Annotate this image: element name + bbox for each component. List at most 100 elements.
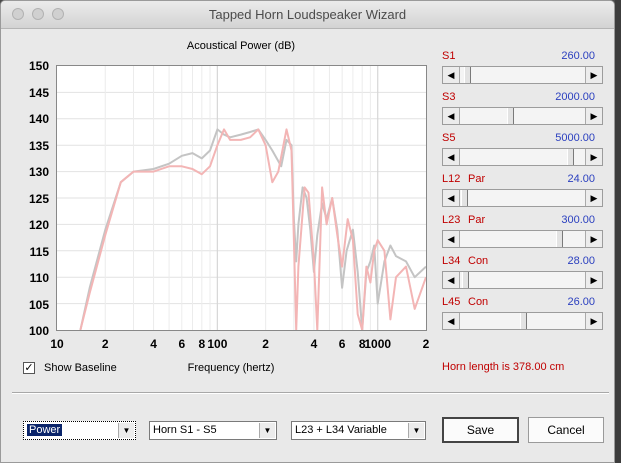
param-name: L23 xyxy=(442,214,461,226)
x-tick-label: 100 xyxy=(207,337,228,351)
left-arrow-icon[interactable]: ◀ xyxy=(443,190,460,206)
separator xyxy=(12,392,609,394)
param-value-s5: 5000.00 xyxy=(555,132,595,144)
slider-l34[interactable]: ◀ ▶ xyxy=(442,271,603,289)
right-arrow-icon[interactable]: ▶ xyxy=(585,149,602,165)
x-tick-label: 4 xyxy=(310,337,318,351)
right-arrow-icon[interactable]: ▶ xyxy=(585,108,602,124)
slider-l23[interactable]: ◀ ▶ xyxy=(442,230,603,248)
y-tick-label: 115 xyxy=(29,244,49,259)
baseline-response-line xyxy=(79,128,427,331)
slider-thumb[interactable] xyxy=(461,190,469,206)
horn-range-select[interactable]: Horn S1 - S5 ▼ xyxy=(149,421,277,440)
right-arrow-icon[interactable]: ▶ xyxy=(585,67,602,83)
param-value-s3: 2000.00 xyxy=(555,91,595,103)
x-tick-label: 8 xyxy=(198,337,206,351)
y-tick-label: 100 xyxy=(28,324,49,338)
chevron-down-icon[interactable]: ▼ xyxy=(118,423,134,438)
x-tick-label: 4 xyxy=(150,337,157,351)
background-edge xyxy=(615,0,621,463)
param-value-l23: 300.00 xyxy=(561,214,595,226)
x-tick-label: 10 xyxy=(50,337,64,351)
left-arrow-icon[interactable]: ◀ xyxy=(443,67,460,83)
slider-l12[interactable]: ◀ ▶ xyxy=(442,189,603,207)
right-arrow-icon[interactable]: ▶ xyxy=(585,231,602,247)
param-name: L12 xyxy=(442,173,461,185)
chart-title: Acoustical Power (dB) xyxy=(186,40,296,52)
param-label-s3: S3 xyxy=(442,91,455,103)
y-tick-label: 135 xyxy=(28,138,49,153)
view-select[interactable]: Power ▼ xyxy=(23,421,136,440)
slider-thumb[interactable] xyxy=(556,231,563,247)
frequency-response-chart xyxy=(57,66,427,331)
slider-thumb[interactable] xyxy=(506,108,514,124)
y-tick-label: 110 xyxy=(29,271,49,285)
current-response-line xyxy=(79,128,427,331)
param-label-s1: S1 xyxy=(442,50,455,62)
param-type: Par xyxy=(468,214,486,226)
y-tick-label: 145 xyxy=(28,85,49,100)
param-name: L34 xyxy=(442,255,461,267)
x-tick-label: 6 xyxy=(178,337,186,351)
slider-s1[interactable]: ◀ ▶ xyxy=(442,66,603,84)
y-tick-label: 120 xyxy=(28,218,49,232)
x-axis-label: Frequency (hertz) xyxy=(187,362,275,374)
view-select-value: Power xyxy=(27,424,63,436)
y-tick-label: 150 xyxy=(28,59,49,73)
slider-thumb[interactable] xyxy=(463,67,471,83)
left-arrow-icon[interactable]: ◀ xyxy=(443,272,460,288)
save-button[interactable]: Save xyxy=(442,417,519,443)
y-tick-label: 130 xyxy=(28,165,49,179)
title-bar: Tapped Horn Loudspeaker Wizard xyxy=(1,1,614,29)
slider-l45[interactable]: ◀ ▶ xyxy=(442,312,603,330)
slider-thumb[interactable] xyxy=(462,272,470,288)
plot-area xyxy=(56,65,427,331)
param-label-l34: L34 Con xyxy=(442,255,488,267)
param-label-s5: S5 xyxy=(442,132,455,144)
left-arrow-icon[interactable]: ◀ xyxy=(443,231,460,247)
param-type: Par xyxy=(468,173,486,185)
left-arrow-icon[interactable]: ◀ xyxy=(443,108,460,124)
right-arrow-icon[interactable]: ▶ xyxy=(585,313,602,329)
left-arrow-icon[interactable]: ◀ xyxy=(443,149,460,165)
variable-select[interactable]: L23 + L34 Variable ▼ xyxy=(291,421,426,440)
right-arrow-icon[interactable]: ▶ xyxy=(585,190,602,206)
x-tick-label: 2 xyxy=(262,337,269,351)
param-label-l45: L45 Con xyxy=(442,296,488,308)
left-arrow-icon[interactable]: ◀ xyxy=(443,313,460,329)
show-baseline-label[interactable]: Show Baseline xyxy=(44,362,117,374)
param-value-l45: 26.00 xyxy=(567,296,595,308)
x-tick-label: 1000 xyxy=(364,337,392,351)
param-type: Con xyxy=(468,255,489,267)
param-label-l12: L12 Par xyxy=(442,173,485,185)
x-tick-label: 2 xyxy=(422,337,430,351)
param-name: S1 xyxy=(442,50,456,62)
slider-s3[interactable]: ◀ ▶ xyxy=(442,107,603,125)
horn-length-text: Horn length is 378.00 cm xyxy=(442,361,565,373)
slider-s5[interactable]: ◀ ▶ xyxy=(442,148,603,166)
chevron-down-icon[interactable]: ▼ xyxy=(408,423,424,438)
param-name: L45 xyxy=(442,296,461,308)
param-label-l23: L23 Par xyxy=(442,214,485,226)
x-tick-label: 6 xyxy=(338,337,346,351)
cancel-button[interactable]: Cancel xyxy=(528,417,604,443)
window-title: Tapped Horn Loudspeaker Wizard xyxy=(208,7,407,22)
param-type: Con xyxy=(468,296,489,308)
slider-thumb[interactable] xyxy=(566,149,574,165)
slider-thumb[interactable] xyxy=(520,313,527,329)
variable-select-value: L23 + L34 Variable xyxy=(295,424,387,436)
param-name: S3 xyxy=(442,91,456,103)
x-tick-label: 2 xyxy=(101,337,109,351)
param-value-l12: 24.00 xyxy=(567,173,595,185)
param-value-l34: 28.00 xyxy=(567,255,595,267)
y-tick-label: 140 xyxy=(28,112,49,126)
horn-range-select-value: Horn S1 - S5 xyxy=(153,424,217,436)
chevron-down-icon[interactable]: ▼ xyxy=(259,423,275,438)
right-arrow-icon[interactable]: ▶ xyxy=(585,272,602,288)
param-name: S5 xyxy=(442,132,456,144)
param-value-s1: 260.00 xyxy=(561,50,595,62)
y-tick-label: 125 xyxy=(28,191,49,206)
y-tick-label: 105 xyxy=(28,297,49,312)
wizard-window: Tapped Horn Loudspeaker Wizard Acoustica… xyxy=(0,0,615,463)
show-baseline-checkbox[interactable]: ✓ xyxy=(23,362,35,374)
